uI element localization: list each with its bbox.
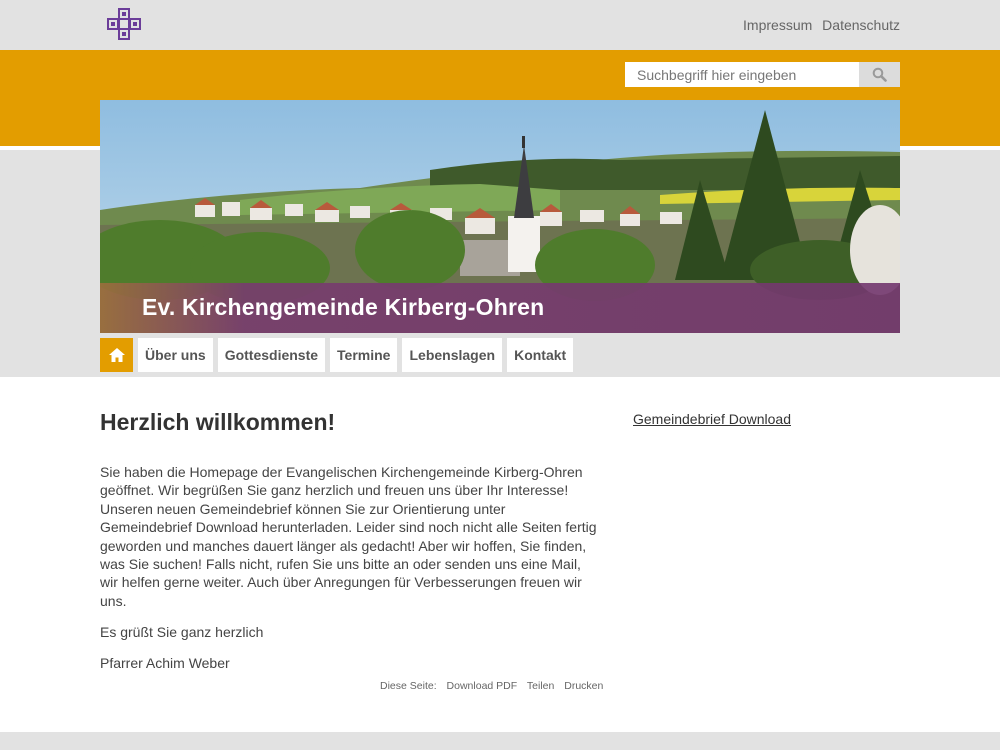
print-link[interactable]: Drucken [564, 680, 603, 692]
hero-banner: Ev. Kirchengemeinde Kirberg-Ohren [100, 100, 900, 333]
nav-item-kontakt[interactable]: Kontakt [507, 338, 574, 372]
share-link[interactable]: Teilen [527, 680, 554, 692]
top-bar: Impressum Datenschutz [0, 0, 1000, 50]
top-links: Impressum Datenschutz [737, 17, 900, 33]
impressum-link[interactable]: Impressum [743, 17, 812, 33]
nav-item-gottesdienste[interactable]: Gottesdienste [217, 338, 326, 372]
home-icon [108, 348, 125, 362]
download-pdf-link[interactable]: Download PDF [447, 680, 518, 692]
page-tools-label: Diese Seite: [380, 680, 437, 692]
main-navigation: Über uns Gottesdienste Termine Lebenslag… [100, 338, 578, 372]
cross-logo-icon[interactable] [106, 7, 142, 41]
nav-item-lebenslagen[interactable]: Lebenslagen [402, 338, 503, 372]
search-box [625, 62, 900, 87]
site-title: Ev. Kirchengemeinde Kirberg-Ohren [142, 294, 545, 320]
footer [0, 732, 1000, 750]
gemeindebrief-download-link[interactable]: Gemeindebrief Download [633, 411, 791, 427]
welcome-paragraph: Sie haben die Homepage der Evangelischen… [100, 464, 597, 609]
datenschutz-link[interactable]: Datenschutz [822, 17, 900, 33]
page-tools: Diese Seite: Download PDF Teilen Drucken [380, 680, 610, 692]
article: Herzlich willkommen! Sie haben die Homep… [100, 409, 600, 685]
greeting-paragraph: Es grüßt Sie ganz herzlich [100, 623, 264, 640]
main-content-area: Herzlich willkommen! Sie haben die Homep… [0, 377, 1000, 732]
search-button[interactable] [859, 62, 900, 87]
nav-item-ueber-uns[interactable]: Über uns [138, 338, 213, 372]
page-title: Herzlich willkommen! [100, 409, 336, 435]
signature-paragraph: Pfarrer Achim Weber [100, 654, 230, 671]
search-input[interactable] [625, 62, 859, 87]
nav-item-termine[interactable]: Termine [330, 338, 398, 372]
search-icon [872, 67, 887, 82]
hero-title-bar: Ev. Kirchengemeinde Kirberg-Ohren [100, 283, 900, 333]
home-button[interactable] [100, 338, 133, 372]
